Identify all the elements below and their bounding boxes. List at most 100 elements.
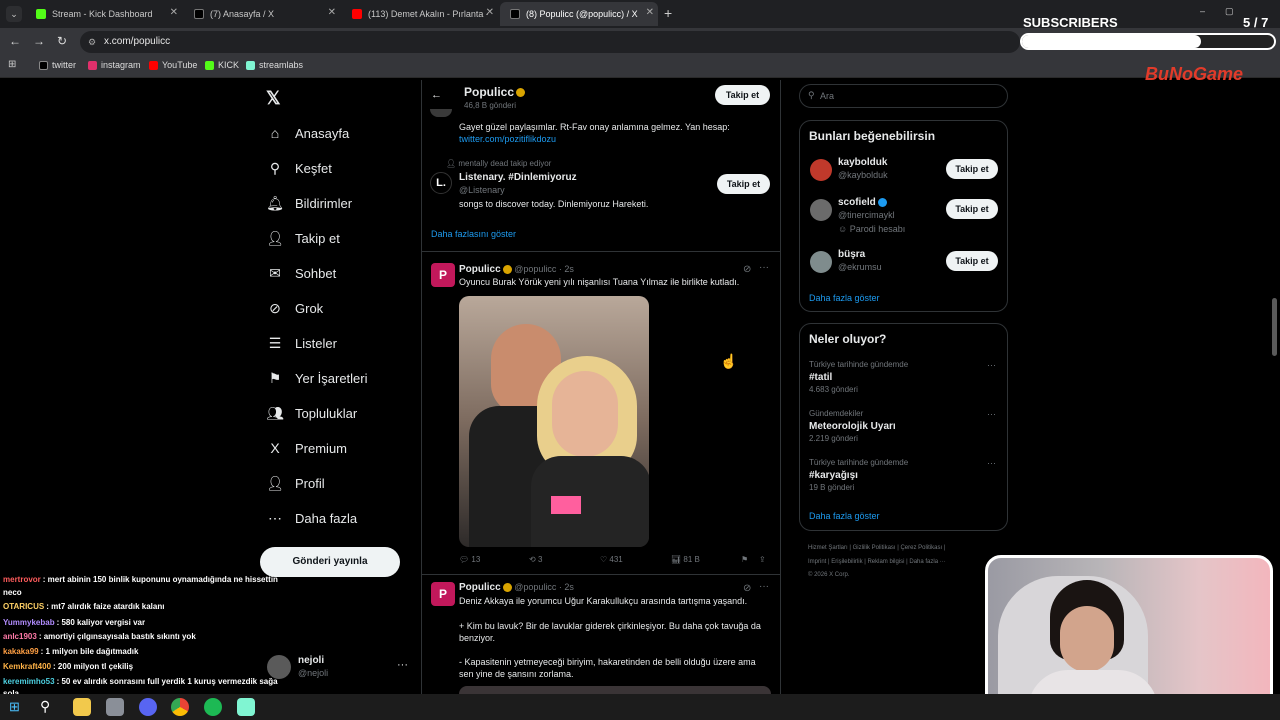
post-button[interactable]: Gönderi yayınla [260, 547, 400, 577]
tab-search-button[interactable]: ⌄ [6, 6, 22, 22]
windows-start-icon[interactable]: ⊞ [9, 699, 20, 715]
more-icon[interactable]: ··· [759, 262, 769, 273]
share-icon[interactable]: ⇪ [759, 555, 766, 564]
tab-youtube[interactable]: (113) Demet Akalın - Pırlanta - ✕ [342, 2, 498, 26]
like-button[interactable]: ♡ 431 [600, 555, 623, 564]
follow-button[interactable]: Takip et [715, 85, 770, 105]
photo-badge [551, 496, 581, 514]
trend-item[interactable]: Türkiye tarihinde gündemde #karyağışı 19 B… [800, 458, 1007, 498]
close-icon[interactable]: ✕ [170, 7, 178, 18]
suggested-user-name[interactable]: kaybolduk [838, 157, 887, 168]
trend-count: 2.219 gönderi [809, 434, 858, 443]
views-button[interactable]: 📊︎ 81 B [671, 555, 700, 564]
close-icon[interactable]: ✕ [646, 7, 654, 18]
avatar[interactable] [810, 251, 832, 273]
nav-item-grok[interactable]: ⊘ Grok [266, 299, 323, 317]
bookmark-button[interactable]: ⚑ [741, 555, 748, 564]
nav-item-takip-et[interactable]: 👤︎ Takip et [266, 229, 340, 247]
tweet-header: Populicc @populicc · 2s [459, 264, 574, 275]
new-tab-button[interactable]: + [664, 5, 672, 21]
tweet-avatar[interactable]: P [431, 263, 455, 287]
follow-listenary-button[interactable]: Takip et [717, 174, 770, 194]
footer-links-1[interactable]: Hizmet Şartları | Gizlilik Politikası | … [808, 545, 945, 551]
retweet-button[interactable]: ⟲ 3 [529, 555, 542, 564]
back-arrow-icon[interactable]: ← [431, 89, 442, 101]
reply-button[interactable]: 💬︎ 13 [459, 555, 480, 564]
grok-icon[interactable]: ⊘ [743, 264, 751, 275]
avatar[interactable] [810, 159, 832, 181]
nav-item-profil[interactable]: 👤︎ Profil [266, 474, 325, 492]
close-icon[interactable]: ✕ [328, 7, 336, 18]
trend-item[interactable]: Türkiye tarihinde gündemde #tatil 4.683 gö… [800, 360, 1007, 400]
bookmark-youtube[interactable]: YouTube [149, 60, 197, 70]
chat-message: neco [3, 588, 22, 597]
account-more-icon[interactable]: ··· [397, 659, 408, 671]
suggested-bio-link[interactable]: twitter.com/pozitiflikdozu [459, 134, 556, 144]
tab-populicc[interactable]: (8) Populicc (@populicc) / X ✕ [500, 2, 658, 26]
listenary-name[interactable]: Listenary. #Dinlemiyoruz [459, 172, 577, 183]
show-more-link[interactable]: Daha fazlasını göster [431, 229, 516, 239]
search-placeholder: Ara [820, 91, 835, 101]
account-avatar[interactable] [267, 655, 291, 679]
suggested-user-name[interactable]: scofield [838, 197, 887, 208]
tab-x-home[interactable]: (7) Anasayfa / X ✕ [184, 2, 340, 26]
forward-icon[interactable]: → [33, 34, 45, 48]
trend-more-icon[interactable]: ··· [987, 458, 996, 468]
app-icon[interactable] [106, 698, 124, 716]
tweet-text-line1: Deniz Akkaya ile yorumcu Uğur Karakulluk… [459, 596, 748, 606]
nav-item-bildirimler[interactable]: 🔔︎ Bildirimler [266, 194, 352, 212]
tweet2-media[interactable] [459, 686, 771, 694]
reload-icon[interactable]: ↻ [57, 34, 67, 48]
nav-item-keşfet[interactable]: ⚲ Keşfet [266, 159, 332, 177]
nav-item-topluluklar[interactable]: 👥︎ Topluluklar [266, 404, 357, 422]
nav-item-daha-fazla[interactable]: ⋯ Daha fazla [266, 509, 357, 527]
follow-button[interactable]: Takip et [946, 251, 998, 271]
page-scrollbar[interactable] [1272, 298, 1277, 356]
streamlabs-icon[interactable] [237, 698, 255, 716]
suggested-user-name[interactable]: büşra [838, 249, 865, 260]
nav-item-anasayfa[interactable]: ⌂ Anasayfa [266, 124, 349, 142]
follow-button[interactable]: Takip et [946, 199, 998, 219]
suggested-user[interactable]: büşra @ekrumsu Takip et [800, 249, 1007, 289]
chrome-icon[interactable] [171, 698, 189, 716]
grok-icon[interactable]: ⊘ [743, 583, 751, 594]
tweet-text-line2: + Kim bu lavuk? Bir de lavuklar giderek … [459, 621, 761, 643]
x-logo-icon[interactable]: 𝕏 [266, 88, 281, 109]
back-icon[interactable]: ← [9, 34, 21, 48]
search-box[interactable]: ⚲ Ara [799, 84, 1008, 108]
nav-item-listeler[interactable]: ☰ Listeler [266, 334, 337, 352]
suggested-user[interactable]: kaybolduk @kaybolduk Takip et [800, 157, 1007, 197]
bookmark-streamlabs[interactable]: streamlabs [246, 60, 303, 70]
tweet-photo[interactable] [459, 296, 649, 547]
nav-item-premium[interactable]: X Premium [266, 439, 347, 457]
spotify-icon[interactable] [204, 698, 222, 716]
tab-kick-dashboard[interactable]: Stream - Kick Dashboard ✕ [26, 2, 182, 26]
discord-icon[interactable] [139, 698, 157, 716]
tweet-avatar[interactable]: P [431, 582, 455, 606]
site-info-icon[interactable]: ⚙ [88, 31, 96, 53]
trend-item[interactable]: Gündemdekiler Meteorolojik Uyarı 2.219 gön… [800, 409, 1007, 449]
follow-button[interactable]: Takip et [946, 159, 998, 179]
nav-item-sohbet[interactable]: ✉ Sohbet [266, 264, 336, 282]
footer-links-2[interactable]: Imprint | Erişilebilirlik | Reklam bilgi… [808, 559, 946, 565]
x-logo-icon [510, 9, 520, 19]
search-icon[interactable]: ⚲ [40, 698, 50, 715]
bookmark-twitter[interactable]: twitter [39, 60, 76, 70]
trend-more-icon[interactable]: ··· [987, 360, 996, 370]
show-more-people-link[interactable]: Daha fazla göster [809, 293, 880, 303]
trend-more-icon[interactable]: ··· [987, 409, 996, 419]
suggested-user[interactable]: scofield @tinercimaykl ☺ Parodi hesabı Taki… [800, 197, 1007, 237]
file-explorer-icon[interactable] [73, 698, 91, 716]
url-input[interactable]: ⚙ x.com/populicc [80, 31, 1020, 53]
avatar[interactable] [810, 199, 832, 221]
bookmark-kick[interactable]: KICK [205, 60, 239, 70]
show-more-trends-link[interactable]: Daha fazla göster [809, 511, 880, 521]
more-icon[interactable]: ··· [759, 581, 769, 592]
close-icon[interactable]: ✕ [486, 7, 494, 18]
apps-icon[interactable]: ⊞ [8, 59, 16, 70]
bookmark-instagram[interactable]: instagram [88, 60, 141, 70]
nav-item-yer-i-şaretleri[interactable]: ⚑ Yer İşaretleri [266, 369, 368, 387]
listenary-avatar[interactable]: L. [430, 172, 452, 194]
subscribers-progress-track [1020, 33, 1276, 50]
chat-message: anlc1903: amortiyi çılgınsayısala bastık… [3, 632, 196, 641]
